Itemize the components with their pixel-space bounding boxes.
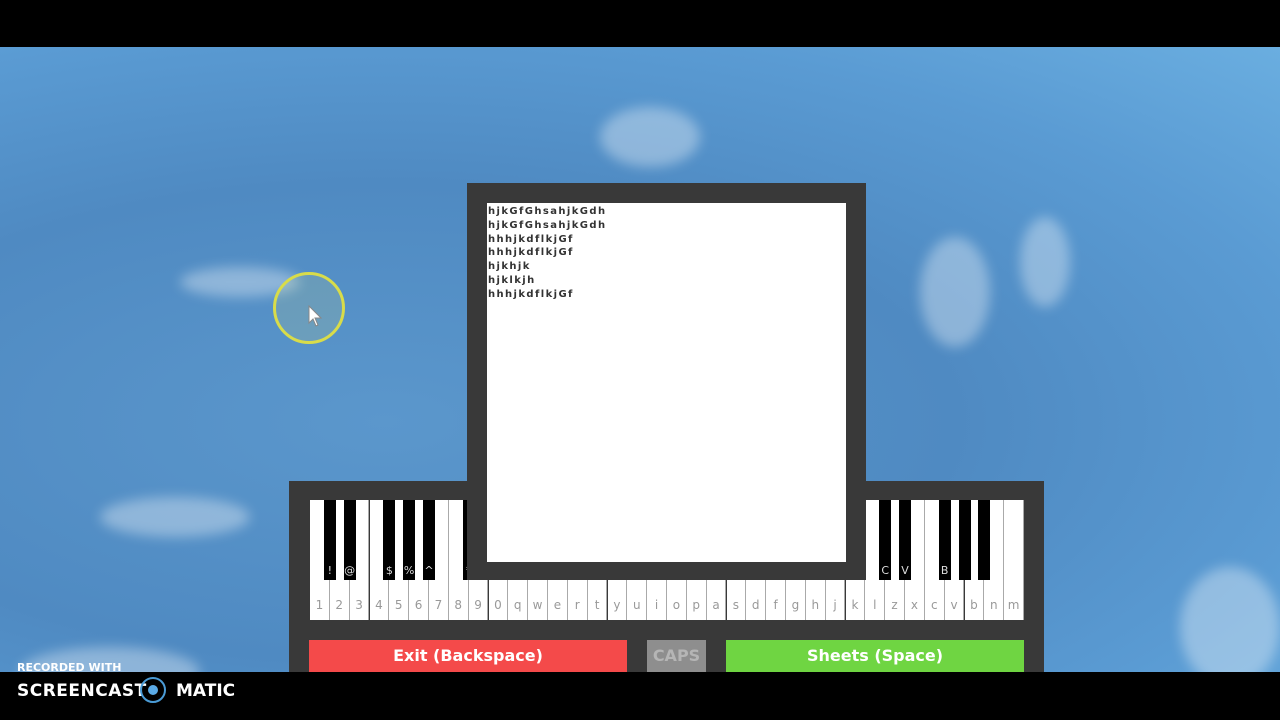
sheet-line: hjkGfGhsahjkGdh bbox=[488, 219, 607, 231]
white-key-label: r bbox=[574, 598, 580, 612]
black-key[interactable]: $ bbox=[383, 500, 396, 580]
watermark-brand-2: MATIC bbox=[176, 681, 236, 701]
top-letterbox bbox=[0, 0, 1280, 47]
white-key-label: 2 bbox=[335, 598, 344, 612]
sheet-line: hjkGfGhsahjkGdh bbox=[488, 206, 607, 217]
cursor-highlight bbox=[273, 272, 345, 344]
white-key-label: j bbox=[833, 598, 837, 612]
sheet-panel: hjkGfGhsahjkGdh hjkGfGhsahjkGdh hhhjkdfl… bbox=[467, 183, 866, 580]
white-key-label: n bbox=[989, 598, 998, 612]
white-key-label: w bbox=[532, 598, 543, 612]
black-key-label: V bbox=[901, 564, 909, 577]
white-key-label: k bbox=[851, 598, 859, 612]
white-key-label: 0 bbox=[494, 598, 502, 612]
white-key-label: u bbox=[632, 598, 641, 612]
black-key[interactable]: ! bbox=[323, 500, 336, 580]
cloud bbox=[1020, 217, 1070, 307]
white-key-label: 4 bbox=[375, 598, 383, 612]
white-key-label: y bbox=[613, 598, 621, 612]
white-key-label: x bbox=[910, 598, 918, 612]
black-key[interactable]: ^ bbox=[423, 500, 435, 580]
white-key-label: 5 bbox=[394, 598, 403, 612]
watermark-recorded: RECORDED WITH bbox=[17, 661, 122, 674]
white-key-label: e bbox=[553, 598, 562, 612]
black-key-label: B bbox=[940, 564, 949, 577]
white-key-label: q bbox=[513, 598, 522, 612]
white-key-label: p bbox=[692, 598, 701, 612]
white-key-label: 1 bbox=[315, 598, 324, 612]
cloud bbox=[920, 237, 990, 347]
sheets-button[interactable]: Sheets (Space) bbox=[726, 640, 1024, 672]
white-key-label: f bbox=[773, 598, 778, 612]
white-key-label: g bbox=[791, 598, 800, 612]
black-key[interactable]: @ bbox=[343, 500, 356, 580]
white-key-label: b bbox=[970, 598, 978, 612]
white-key-label: 6 bbox=[414, 598, 423, 612]
black-key-label: ^ bbox=[424, 564, 434, 577]
white-key-label: l bbox=[873, 598, 877, 612]
white-key-label: v bbox=[950, 598, 958, 612]
black-key-label: % bbox=[403, 564, 415, 577]
cloud bbox=[100, 497, 250, 537]
white-key-label: h bbox=[811, 598, 820, 612]
black-key[interactable] bbox=[958, 500, 971, 580]
white-key-label: c bbox=[930, 598, 938, 612]
white-key-label: d bbox=[751, 598, 760, 612]
black-key-label: @ bbox=[344, 564, 356, 577]
sheet-line: hhhjkdflkjGf bbox=[488, 288, 574, 300]
exit-button[interactable]: Exit (Backspace) bbox=[309, 640, 627, 672]
white-key-label: 9 bbox=[474, 598, 482, 612]
white-key-label: 7 bbox=[434, 598, 443, 612]
white-key-label: s bbox=[732, 598, 740, 612]
caps-button[interactable]: CAPS bbox=[647, 640, 706, 672]
white-key-label: a bbox=[712, 598, 720, 612]
black-key[interactable]: C bbox=[879, 500, 892, 580]
sheet-line: hjkhjk bbox=[488, 261, 531, 273]
sheet-line: hhhjkdflkjGf bbox=[488, 233, 574, 245]
black-key[interactable]: % bbox=[403, 500, 416, 580]
sheet-text-area[interactable]: hjkGfGhsahjkGdh hjkGfGhsahjkGdh hhhjkdfl… bbox=[487, 203, 846, 562]
sheet-line: hjklkjh bbox=[488, 274, 536, 286]
mouse-pointer-icon bbox=[308, 305, 322, 327]
watermark-brand: SCREENCAST bbox=[17, 681, 147, 701]
black-key[interactable]: B bbox=[938, 500, 951, 580]
cloud bbox=[600, 107, 700, 167]
white-key-label: i bbox=[654, 598, 659, 612]
black-key[interactable] bbox=[978, 500, 991, 580]
cloud bbox=[1180, 567, 1280, 687]
white-key-label: z bbox=[891, 598, 898, 612]
white-key-label: m bbox=[1007, 598, 1020, 612]
white-key-label: o bbox=[672, 598, 681, 612]
white-key-label: 3 bbox=[355, 598, 363, 612]
white-key[interactable]: m bbox=[1004, 500, 1024, 620]
black-key[interactable]: V bbox=[899, 500, 911, 580]
white-key-label: t bbox=[594, 598, 600, 612]
white-key-label: 8 bbox=[454, 598, 463, 612]
black-key-label: $ bbox=[385, 564, 393, 577]
screencast-logo-icon bbox=[140, 677, 166, 703]
black-key-label: ! bbox=[327, 564, 333, 577]
sheet-line: hhhjkdflkjGf bbox=[488, 247, 574, 259]
black-key-label: C bbox=[881, 564, 889, 577]
